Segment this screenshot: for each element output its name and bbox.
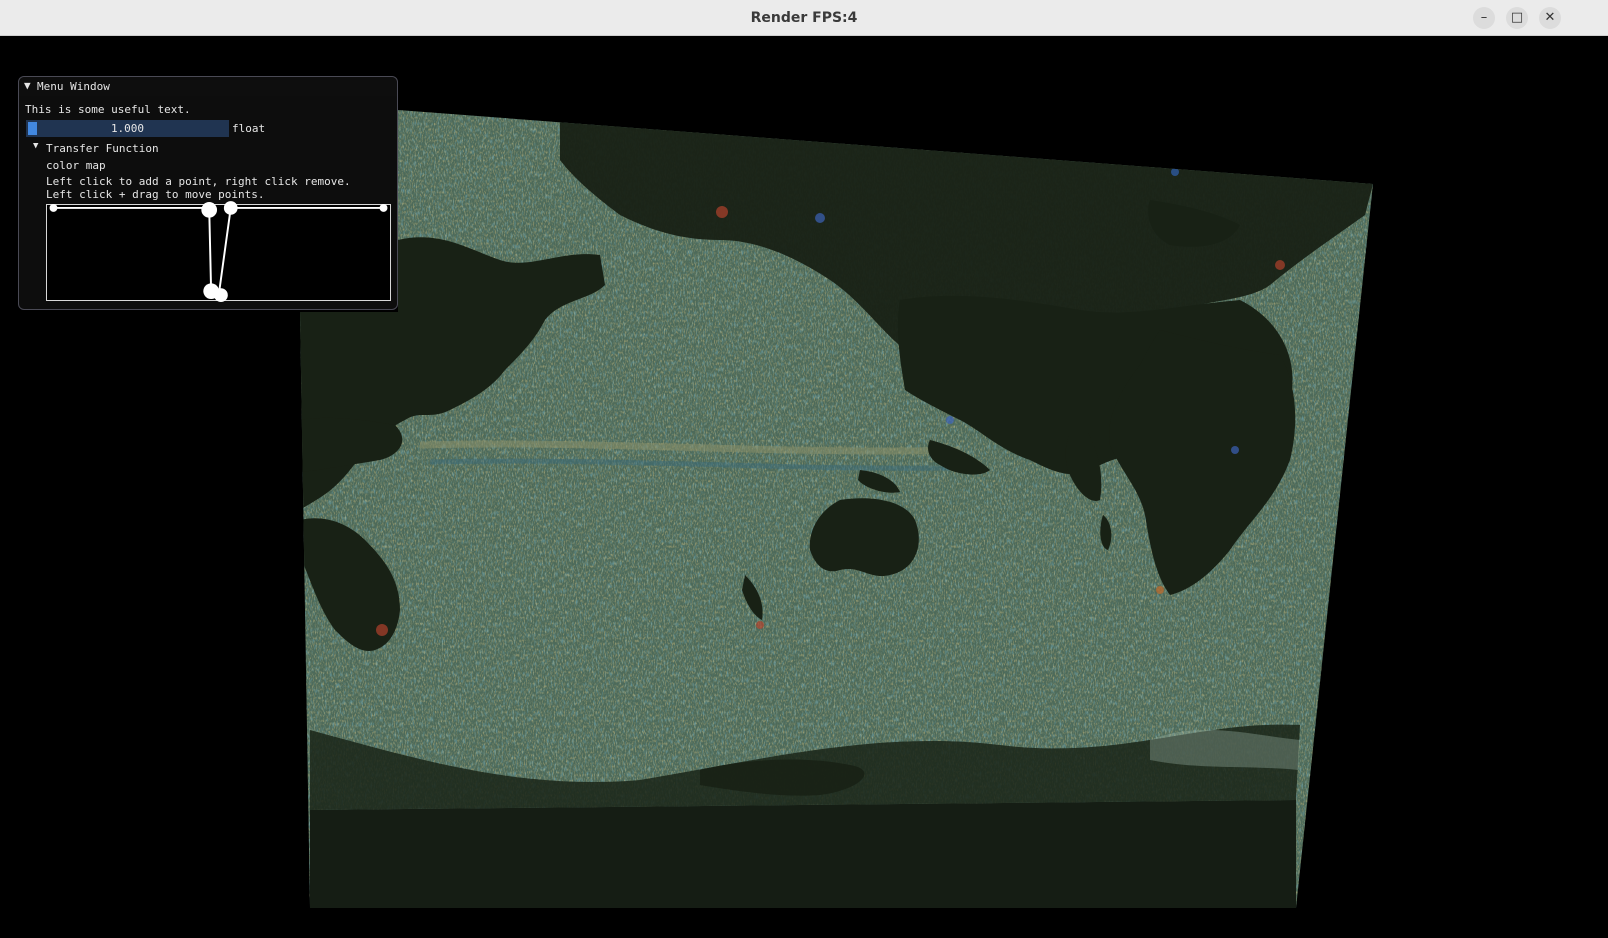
menu-window-header[interactable]: ▼ Menu Window [19,77,397,96]
triangle-down-icon[interactable]: ▼ [33,141,38,151]
window-title: Render FPS:4 [750,10,858,26]
title-bar: Render FPS:4 – □ ✕ [0,0,1608,36]
tf-control-point[interactable] [223,201,238,215]
render-viewport[interactable]: ▼ Menu Window This is some useful text. … [0,36,1608,938]
tf-control-point[interactable] [49,204,58,212]
color-map-label: color map [46,159,106,172]
tf-control-point[interactable] [379,204,388,212]
tf-hint-line-1: Left click to add a point, right click r… [46,175,351,188]
tf-hint-line-2: Left click + drag to move points. [46,188,265,201]
triangle-down-icon[interactable]: ▼ [24,79,31,92]
float-slider[interactable]: 1.000 [26,120,229,137]
transfer-function-editor[interactable] [46,201,391,302]
close-icon[interactable]: ✕ [1539,7,1561,29]
slider-label: float [232,122,266,135]
slider-value: 1.000 [110,122,145,135]
menu-window[interactable]: ▼ Menu Window This is some useful text. … [18,76,398,310]
minimize-icon[interactable]: – [1473,7,1495,29]
tf-control-point[interactable] [214,288,228,302]
menu-window-title: Menu Window [37,80,110,93]
tf-control-point[interactable] [201,202,218,218]
ocean-texture [300,110,1373,908]
transfer-function-header[interactable]: Transfer Function [46,142,159,155]
maximize-icon[interactable]: □ [1506,7,1528,29]
useful-text: This is some useful text. [25,103,191,116]
